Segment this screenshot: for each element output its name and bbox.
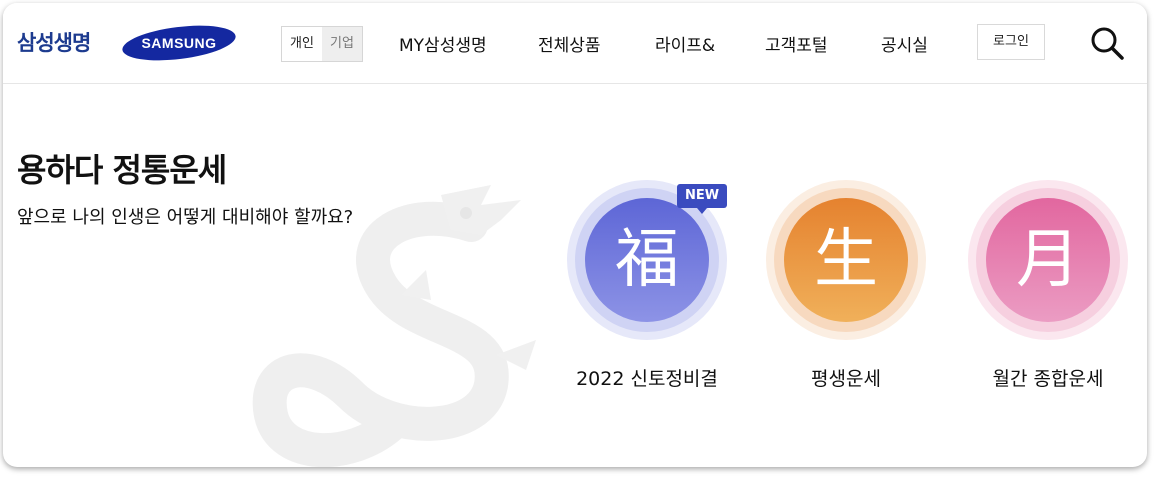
samsung-logo[interactable]: SAMSUNG [121, 24, 237, 62]
customer-type-toggle: 개인 기업 [281, 26, 363, 62]
fortune-glyph: 福 [585, 198, 709, 322]
search-icon[interactable] [1089, 25, 1125, 61]
fortune-card-monthly[interactable]: 月 월간 종합운세 [968, 180, 1128, 390]
fortune-glyph: 月 [986, 198, 1110, 322]
nav-item-disclosure[interactable]: 공시실 [881, 31, 928, 56]
page-frame: 삼성생명 SAMSUNG 개인 기업 MY삼성생명 전체상품 라이프& 고객포털… [3, 3, 1147, 467]
nav-item-life[interactable]: 라이프& [655, 31, 715, 56]
fortune-glyph: 生 [784, 198, 908, 322]
fortune-card-label: 월간 종합운세 [992, 368, 1104, 390]
page-title: 용하다 정통운세 [17, 151, 227, 189]
page-subtitle: 앞으로 나의 인생은 어떻게 대비해야 할까요? [17, 207, 354, 228]
segment-personal[interactable]: 개인 [282, 27, 322, 61]
segment-business[interactable]: 기업 [322, 27, 362, 61]
new-badge: NEW [677, 184, 727, 214]
brand-logo-korean[interactable]: 삼성생명 [17, 27, 91, 57]
nav-item-all-products[interactable]: 전체상품 [538, 31, 601, 56]
login-button[interactable]: 로그인 [977, 24, 1045, 60]
fortune-card-lifetime[interactable]: 生 평생운세 [766, 180, 926, 390]
nav-item-my-samsunglife[interactable]: MY삼성생명 [399, 31, 487, 56]
nav-item-customer-portal[interactable]: 고객포털 [765, 31, 828, 56]
samsung-logo-text: SAMSUNG [141, 35, 216, 51]
fortune-card-new-year[interactable]: 福 NEW 2022 신토정비결 [567, 180, 727, 390]
header: 삼성생명 SAMSUNG 개인 기업 MY삼성생명 전체상품 라이프& 고객포털… [3, 3, 1147, 84]
